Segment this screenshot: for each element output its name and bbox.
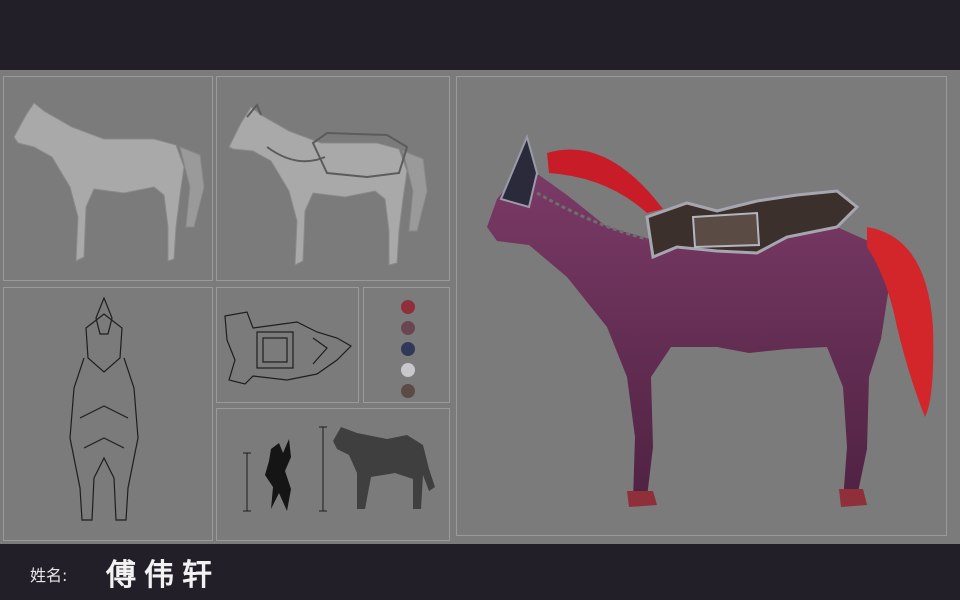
horse-armor-sculpt-drawing — [228, 103, 428, 266]
palette-swatch-2 — [401, 321, 415, 335]
panel-armor-sculpt — [216, 76, 450, 281]
concept-sheet — [0, 70, 960, 544]
horse-final-render — [487, 133, 934, 507]
top-bar — [0, 0, 960, 70]
saddle-lineart — [224, 311, 352, 385]
palette-swatch-1 — [401, 300, 415, 314]
scale-silhouettes — [243, 426, 435, 512]
palette-swatch-5 — [401, 384, 415, 398]
artist-name: 傅伟轩 — [106, 558, 220, 593]
palette-swatch-4 — [401, 363, 415, 377]
panel-scale-silhouette — [216, 408, 450, 541]
palette-swatch-3 — [401, 342, 415, 356]
panel-base-sculpt — [3, 76, 213, 281]
panel-saddle-detail — [216, 287, 359, 403]
name-label: 姓名: — [30, 566, 68, 585]
panel-final-render — [456, 76, 947, 536]
panel-color-palette — [363, 287, 450, 403]
panel-front-view — [3, 287, 213, 541]
horse-base-sculpt-drawing — [13, 102, 205, 262]
horse-front-view-lineart — [69, 296, 139, 521]
